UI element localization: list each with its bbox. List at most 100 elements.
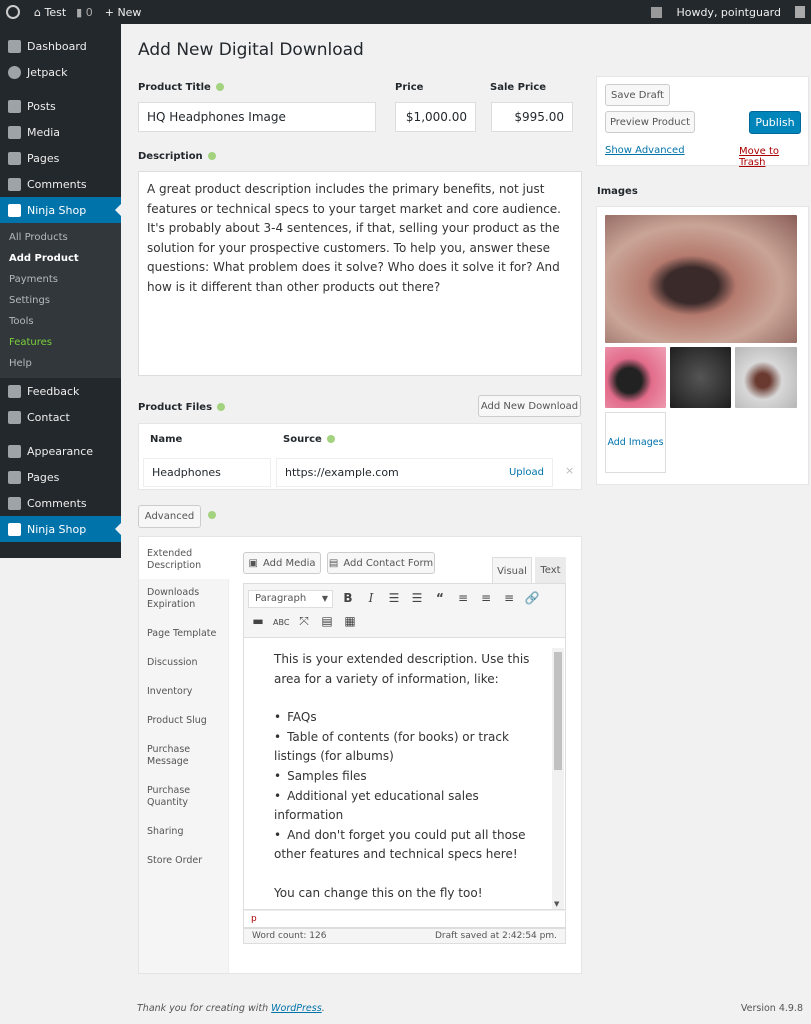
- keyboard-icon[interactable]: ▦: [342, 614, 358, 628]
- format-select[interactable]: Paragraph ▼: [248, 590, 333, 608]
- add-media-button[interactable]: ▣ Add Media: [243, 552, 321, 574]
- description-textarea[interactable]: A great product description includes the…: [138, 171, 582, 376]
- upload-link[interactable]: Upload: [509, 467, 544, 478]
- format-value: Paragraph: [255, 593, 307, 604]
- italic-icon[interactable]: I: [363, 591, 379, 605]
- tab-sharing[interactable]: Sharing: [139, 817, 228, 846]
- tab-inventory[interactable]: Inventory: [139, 677, 228, 706]
- editor-scrollbar[interactable]: ▼: [552, 648, 564, 909]
- ninja-shop-submenu: All Products Add Product Payments Settin…: [0, 223, 121, 378]
- spellcheck-icon[interactable]: ABC: [273, 618, 289, 627]
- show-advanced-link[interactable]: Show Advanced: [605, 145, 685, 156]
- featured-image-headphones[interactable]: [605, 215, 797, 343]
- tab-downloads-expiration[interactable]: Downloads Expiration: [139, 579, 228, 619]
- menu-contact[interactable]: Contact: [0, 404, 121, 430]
- align-center-icon[interactable]: ≡: [478, 591, 494, 605]
- sale-price-input[interactable]: $995.00: [491, 102, 573, 132]
- menu-ninja-shop[interactable]: Ninja Shop: [0, 197, 121, 223]
- price-input[interactable]: $1,000.00: [395, 102, 476, 132]
- menu-pages-2[interactable]: Pages: [0, 464, 121, 490]
- tab-purchase-message[interactable]: Purchase Message: [139, 735, 228, 776]
- tab-text[interactable]: Text: [535, 557, 566, 583]
- tab-purchase-quantity[interactable]: Purchase Quantity: [139, 776, 228, 817]
- remove-file-icon[interactable]: ×: [565, 464, 574, 477]
- numbered-list-icon[interactable]: ☰: [409, 591, 425, 605]
- link-icon[interactable]: 🔗: [524, 591, 540, 605]
- product-title-input[interactable]: HQ Headphones Image: [138, 102, 376, 132]
- scrollbar-thumb[interactable]: [554, 652, 562, 770]
- menu-appearance[interactable]: Appearance: [0, 438, 121, 464]
- add-new-download-button[interactable]: Add New Download: [478, 395, 581, 417]
- menu-dashboard[interactable]: Dashboard: [0, 33, 121, 59]
- tab-product-slug[interactable]: Product Slug: [139, 706, 228, 735]
- fullscreen-icon[interactable]: ⤧: [296, 614, 312, 629]
- form-icon[interactable]: ▤: [319, 614, 335, 628]
- submenu-tools[interactable]: Tools: [0, 311, 121, 332]
- publish-button[interactable]: Publish: [749, 111, 801, 134]
- submenu-features[interactable]: Features: [0, 332, 121, 353]
- media-icon: ▣: [248, 557, 258, 569]
- tab-extended-description[interactable]: Extended Description: [139, 537, 229, 579]
- menu-jetpack[interactable]: Jetpack: [0, 59, 121, 85]
- help-icon[interactable]: [217, 403, 226, 411]
- tab-visual[interactable]: Visual: [492, 557, 532, 584]
- new-label: New: [117, 5, 142, 19]
- tab-page-template[interactable]: Page Template: [139, 619, 228, 648]
- site-name: Test: [44, 5, 67, 19]
- menu-label: Ninja Shop: [27, 203, 87, 217]
- help-icon[interactable]: [208, 511, 216, 519]
- move-to-trash-link[interactable]: Move to Trash: [739, 146, 808, 168]
- submenu-add-product[interactable]: Add Product: [0, 248, 121, 269]
- tab-discussion[interactable]: Discussion: [139, 648, 228, 677]
- gallery-image-2[interactable]: [670, 347, 731, 408]
- menu-comments[interactable]: Comments: [0, 171, 121, 197]
- feedback-icon: [8, 384, 21, 398]
- help-icon[interactable]: [326, 435, 335, 443]
- align-right-icon[interactable]: ≡: [501, 591, 517, 605]
- site-link[interactable]: ⌂ Test: [34, 6, 66, 19]
- cart-icon: [8, 203, 21, 217]
- submenu-settings[interactable]: Settings: [0, 290, 121, 311]
- file-source-input[interactable]: https://example.com Upload: [276, 458, 553, 487]
- menu-pages[interactable]: Pages: [0, 145, 121, 171]
- help-icon[interactable]: [215, 83, 224, 91]
- wordpress-logo-icon[interactable]: [6, 5, 20, 19]
- read-more-icon[interactable]: ▬: [250, 614, 266, 628]
- file-name-input[interactable]: Headphones: [143, 458, 271, 487]
- align-left-icon[interactable]: ≡: [455, 591, 471, 605]
- gallery-image-3[interactable]: [735, 347, 797, 408]
- bullet-list-icon[interactable]: ☰: [386, 591, 402, 605]
- images-box: Add Images: [596, 206, 809, 485]
- notification-icon[interactable]: [651, 6, 663, 18]
- avatar[interactable]: [795, 6, 805, 18]
- new-link[interactable]: + New: [105, 6, 142, 19]
- help-icon[interactable]: [207, 152, 216, 160]
- preview-product-button[interactable]: Preview Product: [605, 111, 695, 133]
- menu-comments-2[interactable]: Comments: [0, 490, 121, 516]
- menu-media[interactable]: Media: [0, 119, 121, 145]
- menu-feedback[interactable]: Feedback: [0, 378, 121, 404]
- submenu-payments[interactable]: Payments: [0, 269, 121, 290]
- menu-label: Jetpack: [27, 65, 68, 79]
- blockquote-icon[interactable]: “: [432, 591, 448, 605]
- save-draft-button[interactable]: Save Draft: [605, 84, 670, 106]
- footer-thanks: Thank you for creating with WordPress.: [137, 1003, 325, 1014]
- menu-posts[interactable]: Posts: [0, 93, 121, 119]
- list-item: Additional yet educational sales informa…: [274, 787, 544, 826]
- comments-link[interactable]: ▮ 0: [76, 6, 93, 19]
- submenu-help[interactable]: Help: [0, 353, 121, 374]
- bold-icon[interactable]: B: [340, 591, 356, 605]
- list-item: FAQs: [274, 708, 544, 728]
- advanced-button[interactable]: Advanced: [138, 505, 201, 528]
- wordpress-link[interactable]: WordPress: [271, 1003, 322, 1014]
- label-text: Product Title: [138, 82, 211, 93]
- account-menu[interactable]: Howdy, pointguard: [676, 6, 781, 19]
- submenu-all-products[interactable]: All Products: [0, 227, 121, 248]
- admin-sidebar: Dashboard Jetpack Posts Media Pages Comm…: [0, 24, 121, 558]
- menu-ninja-shop-2[interactable]: Ninja Shop: [0, 516, 121, 542]
- tab-store-order[interactable]: Store Order: [139, 846, 228, 875]
- scroll-down-icon[interactable]: ▼: [554, 900, 559, 908]
- gallery-image-1[interactable]: [605, 347, 666, 408]
- add-contact-form-button[interactable]: ▤ Add Contact Form: [327, 552, 435, 574]
- add-images-button[interactable]: Add Images: [605, 412, 666, 473]
